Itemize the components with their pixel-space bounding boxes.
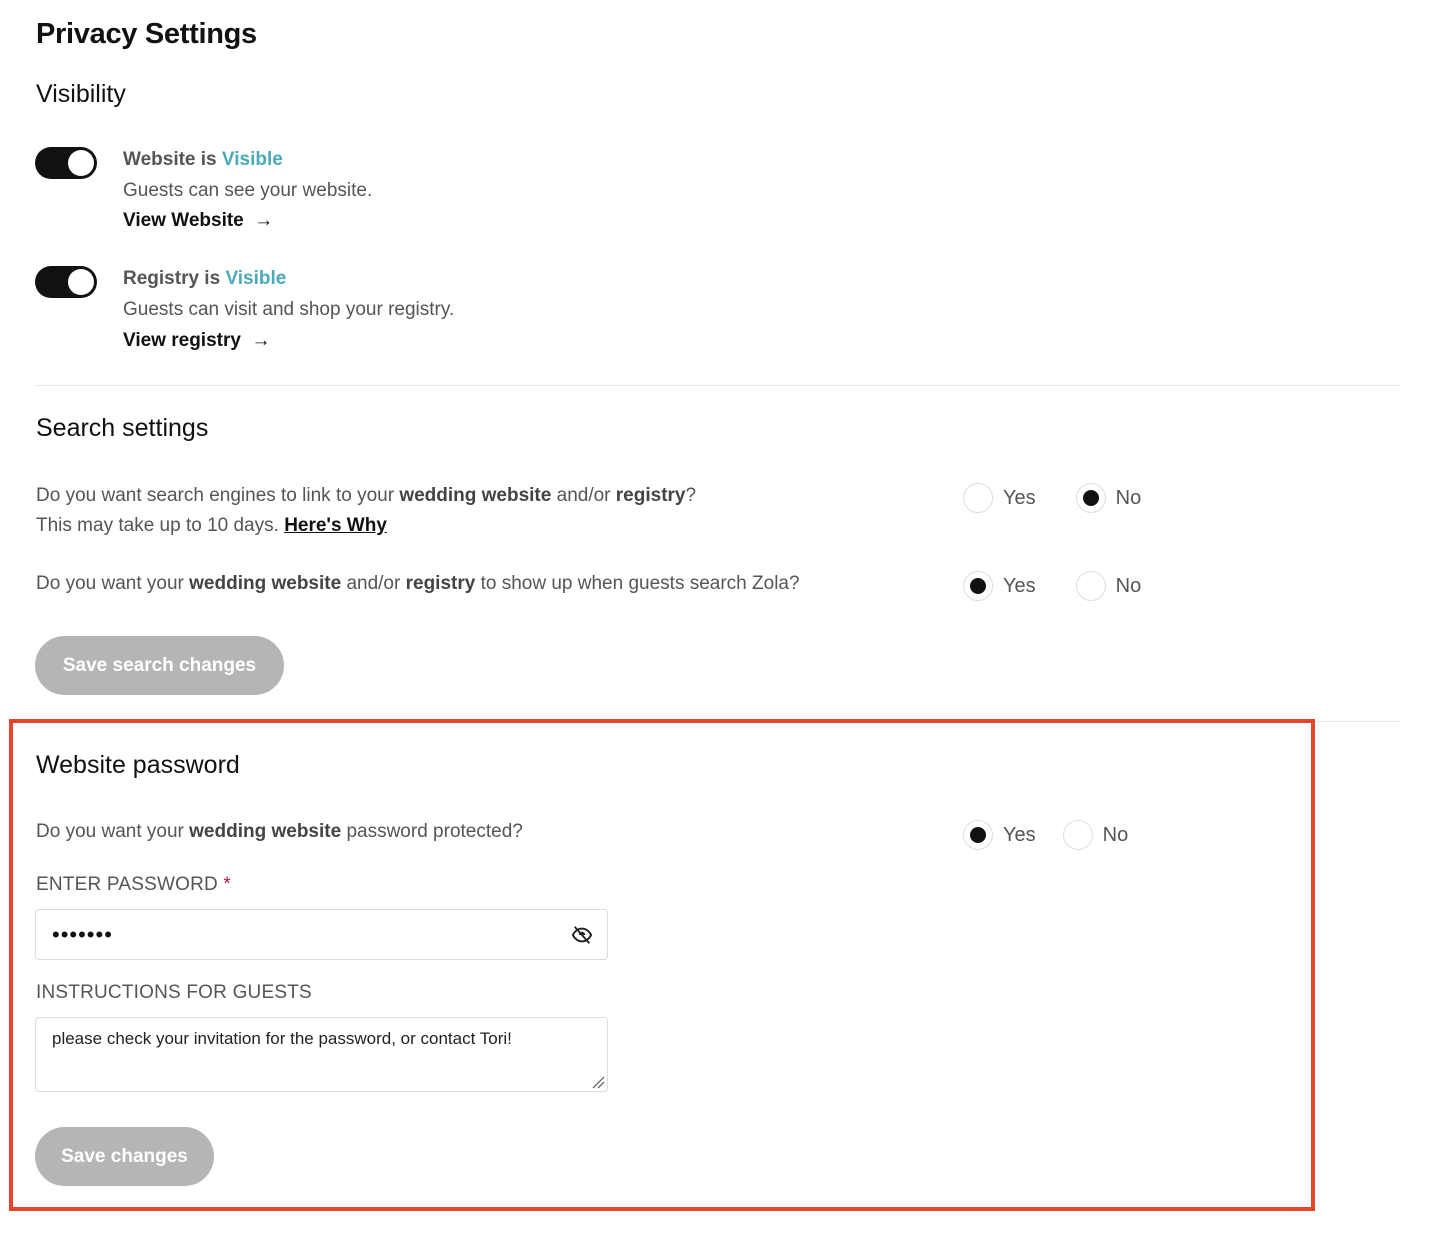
radio-yes[interactable] — [963, 483, 993, 513]
heres-why-link[interactable]: Here's Why — [284, 515, 387, 536]
radio-yes[interactable] — [963, 571, 993, 601]
resize-handle-icon[interactable] — [591, 1075, 605, 1089]
question-bold-text: wedding website — [189, 573, 342, 594]
website-password-heading: Website password — [36, 751, 240, 779]
radio-yes-label: Yes — [1003, 823, 1036, 846]
question-text: ? — [685, 485, 697, 506]
registry-visibility-description: Guests can visit and shop your registry. — [123, 299, 455, 320]
radio-no[interactable] — [1062, 820, 1093, 850]
website-visibility-prefix: Website is — [123, 149, 217, 170]
view-registry-link[interactable]: View registry → — [123, 330, 271, 352]
view-website-link[interactable]: View Website → — [123, 210, 273, 232]
question-text: and/or — [551, 485, 616, 506]
password-protect-no-option[interactable]: No — [1062, 820, 1129, 850]
section-divider — [35, 385, 1400, 386]
website-visibility-status: Visible — [221, 149, 283, 170]
password-protect-yes-option[interactable]: Yes — [963, 820, 1036, 850]
question-bold-text: wedding website — [189, 821, 342, 842]
question-text: to show up when guests search Zola? — [475, 573, 800, 594]
registry-visibility-toggle[interactable] — [35, 266, 97, 298]
website-visibility-description: Guests can see your website. — [123, 180, 373, 201]
instructions-textarea[interactable]: please check your invitation for the pas… — [35, 1017, 608, 1092]
registry-visibility-status: Visible — [225, 268, 287, 289]
website-visibility-title: Website is Visible — [123, 149, 283, 171]
question-bold-text: wedding website — [399, 485, 552, 506]
question-bold-text: registry — [615, 485, 686, 506]
question-text: Do you want search engines to link to yo… — [36, 485, 400, 506]
save-search-changes-button[interactable]: Save search changes — [35, 636, 284, 695]
radio-no[interactable] — [1075, 483, 1106, 513]
registry-visibility-title: Registry is Visible — [123, 268, 286, 290]
section-divider — [35, 721, 1400, 722]
search-settings-heading: Search settings — [36, 414, 209, 442]
enter-password-label-text: ENTER PASSWORD — [36, 874, 218, 895]
search-engine-note: This may take up to 10 days. — [36, 515, 285, 536]
radio-yes-label: Yes — [1003, 486, 1036, 509]
radio-no[interactable] — [1075, 571, 1106, 601]
radio-no-label: No — [1115, 486, 1142, 509]
instructions-label: INSTRUCTIONS FOR GUESTS — [36, 982, 312, 1003]
save-changes-button[interactable]: Save changes — [35, 1127, 214, 1186]
arrow-right-icon: → — [249, 210, 274, 231]
question-bold-text: registry — [405, 573, 476, 594]
radio-no-label: No — [1102, 823, 1129, 846]
view-registry-label: View registry — [123, 330, 241, 351]
toggle-knob — [68, 269, 94, 295]
question-text: password protected? — [341, 821, 523, 842]
zola-search-yes-option[interactable]: Yes — [963, 571, 1036, 601]
search-engine-question: Do you want search engines to link to yo… — [36, 481, 696, 541]
visibility-heading: Visibility — [36, 80, 126, 108]
zola-search-question: Do you want your wedding website and/or … — [36, 569, 800, 599]
password-value: ••••••• — [52, 922, 113, 947]
zola-search-no-option[interactable]: No — [1075, 571, 1142, 601]
question-text: and/or — [341, 573, 406, 594]
toggle-knob — [68, 150, 94, 176]
page-title: Privacy Settings — [36, 18, 257, 50]
radio-yes-label: Yes — [1003, 574, 1036, 597]
search-engine-no-option[interactable]: No — [1075, 483, 1142, 513]
website-visibility-toggle[interactable] — [35, 147, 97, 179]
question-text: Do you want your — [36, 821, 190, 842]
required-asterisk: * — [223, 874, 232, 895]
instructions-value: please check your invitation for the pas… — [52, 1029, 512, 1048]
radio-no-label: No — [1115, 574, 1142, 597]
question-text: Do you want your — [36, 573, 190, 594]
eye-slash-icon[interactable] — [571, 924, 593, 946]
view-website-label: View Website — [123, 210, 244, 231]
radio-yes[interactable] — [963, 820, 993, 850]
registry-visibility-prefix: Registry is — [123, 268, 221, 289]
search-engine-yes-option[interactable]: Yes — [963, 483, 1036, 513]
arrow-right-icon: → — [246, 330, 271, 351]
search-engine-radio-group: Yes No — [963, 483, 1179, 513]
zola-search-radio-group: Yes No — [963, 571, 1179, 601]
password-protect-question: Do you want your wedding website passwor… — [36, 817, 523, 847]
enter-password-label: ENTER PASSWORD * — [36, 874, 231, 896]
password-protect-radio-group: Yes No — [963, 820, 1166, 850]
password-input[interactable]: ••••••• — [35, 909, 608, 960]
